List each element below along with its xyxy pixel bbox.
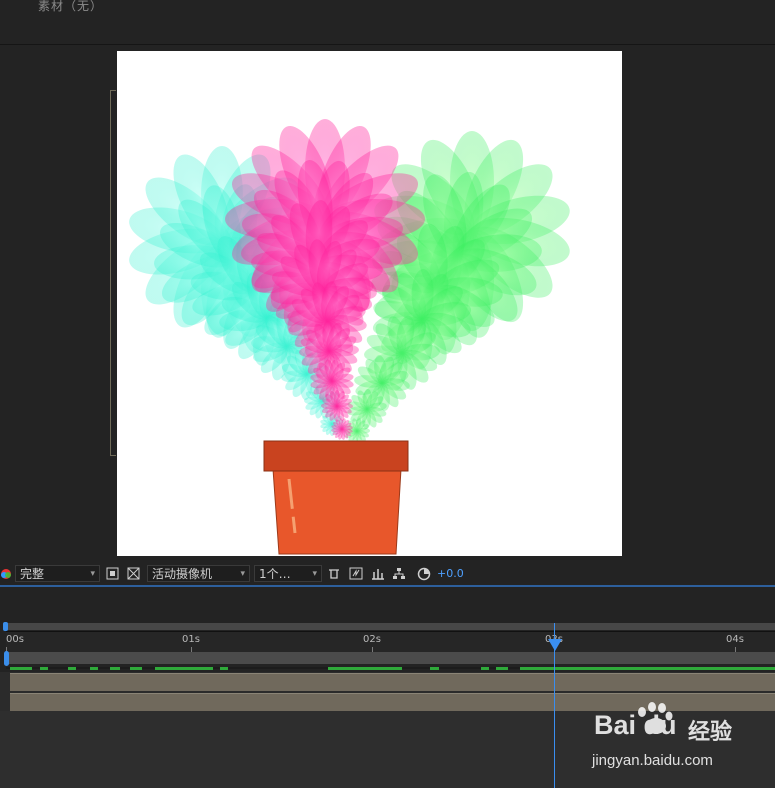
time-ruler[interactable]: 00s 01s 02s 03s 04s	[6, 631, 775, 652]
watermark-brand: 经验	[688, 720, 733, 745]
playhead-marker[interactable]	[548, 639, 562, 651]
watermark-url: jingyan.baidu.com	[592, 752, 713, 769]
tick-label-2: 02s	[363, 634, 381, 645]
time-navigator[interactable]	[6, 623, 775, 630]
cache-segment	[130, 667, 142, 670]
cache-segment	[328, 667, 402, 670]
chevron-down-icon: ▾	[312, 568, 317, 579]
exposure-value[interactable]: +0.0	[437, 565, 464, 582]
camera-dropdown[interactable]: 活动摄像机 ▾	[147, 565, 250, 582]
color-wheel-icon[interactable]	[0, 565, 12, 582]
cache-segment	[68, 667, 76, 670]
cache-segment	[430, 667, 439, 670]
cache-segment	[481, 667, 489, 670]
tick-label-4: 04s	[726, 634, 744, 645]
time-navigator-start-handle[interactable]	[3, 622, 8, 631]
cache-segment	[110, 667, 120, 670]
flowchart-icon[interactable]	[391, 565, 407, 582]
fast-preview-icon[interactable]	[348, 565, 364, 582]
cache-segment	[90, 667, 98, 670]
composition-canvas[interactable]	[117, 51, 622, 556]
panel-title: 素材（无）	[38, 0, 104, 13]
cache-segment	[155, 667, 213, 670]
layer-bar[interactable]	[10, 673, 775, 691]
work-area-start-handle[interactable]	[4, 651, 9, 666]
watermark-logo: Bai du	[594, 710, 677, 740]
cache-segment	[220, 667, 228, 670]
views-dropdown[interactable]: 1个… ▾	[254, 565, 322, 582]
cache-segment	[496, 667, 508, 670]
tick-label-0: 00s	[6, 634, 24, 645]
flower-pot-artwork	[129, 119, 570, 555]
safe-zone-guide	[110, 90, 116, 456]
baidu-jingyan-watermark: Bai du 经验 jingyan.baidu.com	[590, 700, 770, 780]
flower-pot	[263, 440, 409, 555]
reset-exposure-icon[interactable]	[416, 565, 432, 582]
chevron-down-icon: ▾	[90, 568, 95, 579]
timeline-icon[interactable]	[370, 565, 386, 582]
transparency-grid-icon[interactable]	[125, 565, 141, 582]
work-area-bar[interactable]	[6, 652, 775, 664]
resolution-dropdown[interactable]: 完整 ▾	[15, 565, 100, 582]
panel-header: 素材（无）	[0, 0, 775, 45]
cache-segment	[10, 667, 32, 670]
views-value: 1个…	[259, 567, 291, 581]
region-of-interest-icon[interactable]	[104, 565, 120, 582]
tick-label-1: 01s	[182, 634, 200, 645]
3d-draft-icon[interactable]	[326, 565, 342, 582]
pink-petal-cluster	[321, 390, 353, 422]
flower-bouquet	[129, 119, 570, 444]
chevron-down-icon: ▾	[240, 568, 245, 579]
viewer-toolbar: 完整 ▾ 活动摄像机 ▾ 1个… ▾ +0.0	[0, 562, 775, 587]
cache-segment	[520, 667, 775, 670]
camera-value: 活动摄像机	[152, 567, 213, 581]
cache-segment	[40, 667, 48, 670]
resolution-value: 完整	[20, 567, 45, 581]
